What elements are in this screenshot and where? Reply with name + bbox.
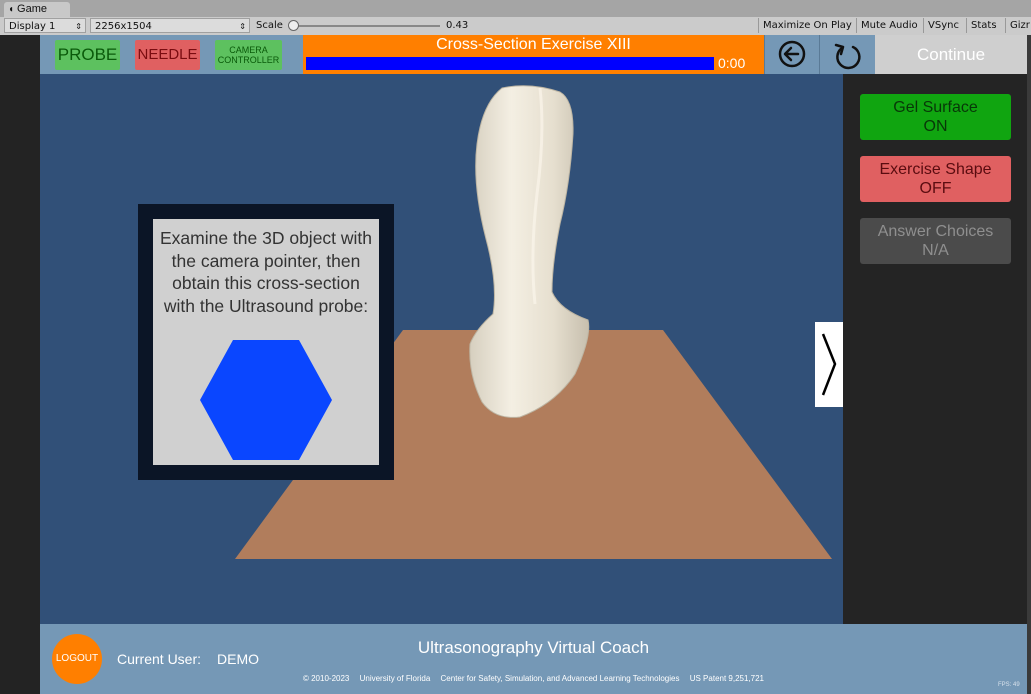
needle-button[interactable]: NEEDLE xyxy=(135,40,200,70)
editor-tab-bar: ◖ Game xyxy=(0,0,1031,17)
scale-slider-track[interactable] xyxy=(292,25,440,27)
updown-arrow-icon: ⇕ xyxy=(75,22,82,31)
game-tab[interactable]: ◖ Game xyxy=(4,2,70,17)
instructions-panel: Examine the 3D object with the camera po… xyxy=(138,204,394,480)
display-select[interactable]: Display 1 ⇕ xyxy=(4,18,86,33)
back-button[interactable] xyxy=(764,35,820,74)
camera-controller-line2: CONTROLLER xyxy=(217,55,280,65)
exercise-shape-toggle[interactable]: Exercise Shape OFF xyxy=(860,156,1011,202)
game-view-toolbar: Display 1 ⇕ 2256x1504 ⇕ Scale 0.43 Maxim… xyxy=(0,17,1031,36)
exercise-shape-state: OFF xyxy=(919,180,952,197)
center-text: Center for Safety, Simulation, and Advan… xyxy=(440,674,680,683)
editor-left-gutter xyxy=(0,35,40,694)
restart-icon xyxy=(834,43,861,70)
footer-bar: LOGOUT Current User: DEMO Ultrasonograph… xyxy=(40,624,1027,694)
chevron-right-icon xyxy=(821,333,837,396)
fps-counter: FPS: 49 xyxy=(998,682,1020,688)
target-cross-section xyxy=(200,340,332,460)
editor-right-edge xyxy=(1027,35,1031,694)
instructions-card: Examine the 3D object with the camera po… xyxy=(153,219,379,465)
maximize-on-play-toggle[interactable]: Maximize On Play xyxy=(758,18,857,33)
exercise-progress-bar xyxy=(306,57,714,70)
exercise-shape-label: Exercise Shape xyxy=(879,161,992,178)
3d-object[interactable] xyxy=(469,85,590,418)
game-tab-label: Game xyxy=(17,3,48,15)
app-title: Ultrasonography Virtual Coach xyxy=(417,638,650,657)
footer-credits: © 2010-2023 University of Florida Center… xyxy=(40,674,1027,683)
gel-surface-label: Gel Surface xyxy=(893,99,978,116)
gel-surface-state: ON xyxy=(923,118,948,135)
exercise-header: Cross-Section Exercise XIII 0:00 xyxy=(303,35,764,74)
restart-button[interactable] xyxy=(819,35,875,74)
vsync-toggle[interactable]: VSync xyxy=(924,18,967,33)
back-arrow-icon xyxy=(778,40,806,68)
current-user-label: Current User: xyxy=(117,651,202,667)
patent-text: US Patent 9,251,721 xyxy=(689,674,764,683)
gizmos-menu[interactable]: Gizr xyxy=(1006,18,1031,33)
camera-controller-button[interactable]: CAMERA CONTROLLER xyxy=(215,40,282,70)
scale-label: Scale xyxy=(256,20,283,31)
mute-audio-toggle[interactable]: Mute Audio xyxy=(857,18,924,33)
camera-controller-line1: CAMERA xyxy=(229,45,268,55)
display-select-value: Display 1 xyxy=(9,21,56,32)
stats-toggle[interactable]: Stats xyxy=(967,18,1006,33)
scale-slider-handle[interactable] xyxy=(288,20,299,31)
continue-button[interactable]: Continue xyxy=(875,35,1027,74)
answer-choices-toggle: Answer Choices N/A xyxy=(860,218,1011,264)
expand-panel-tab[interactable] xyxy=(815,322,843,407)
probe-button[interactable]: PROBE xyxy=(55,40,120,70)
current-user-value: DEMO xyxy=(217,651,259,667)
3d-viewport[interactable]: Examine the 3D object with the camera po… xyxy=(40,74,843,624)
exercise-timer: 0:00 xyxy=(718,55,746,71)
top-hud-bar: PROBE NEEDLE CAMERA CONTROLLER Cross-Sec… xyxy=(40,35,1027,74)
university-text: University of Florida xyxy=(359,674,431,683)
target-hexagon xyxy=(200,340,332,460)
gel-surface-toggle[interactable]: Gel Surface ON xyxy=(860,94,1011,140)
resolution-select-value: 2256x1504 xyxy=(95,21,152,32)
pacman-icon: ◖ xyxy=(8,4,15,15)
copyright-text: © 2010-2023 xyxy=(302,674,350,683)
options-panel: Gel Surface ON Exercise Shape OFF Answer… xyxy=(843,74,1027,624)
scale-value: 0.43 xyxy=(446,20,469,31)
resolution-select[interactable]: 2256x1504 ⇕ xyxy=(90,18,250,33)
answer-choices-label: Answer Choices xyxy=(877,223,994,240)
updown-arrow-icon: ⇕ xyxy=(239,22,246,31)
exercise-title: Cross-Section Exercise XIII xyxy=(436,36,631,53)
answer-choices-state: N/A xyxy=(922,242,949,259)
